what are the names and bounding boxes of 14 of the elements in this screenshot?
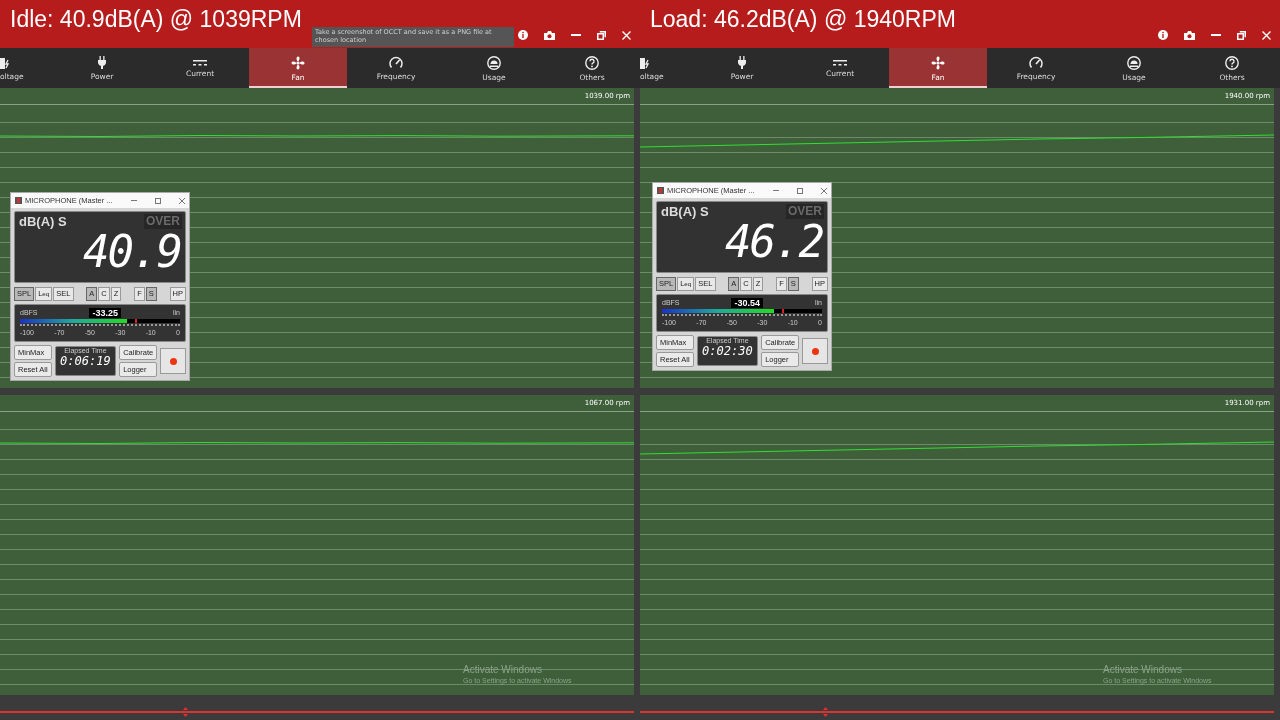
meter-reading: -33.25 <box>89 307 121 318</box>
timer-value: 0:06:19 <box>60 354 111 368</box>
meter-reading: -30.54 <box>731 297 763 308</box>
activation-title: Activate Windows <box>1103 664 1183 675</box>
app-title: Idle: 40.9dB(A) @ 1039RPM <box>9 5 302 33</box>
decibel-value: 46.2 <box>724 219 824 265</box>
weighting-label: dB(A) S <box>661 204 709 219</box>
over-indicator: OVER <box>786 204 824 219</box>
activation-title: Activate Windows <box>463 664 543 675</box>
over-indicator: OVER <box>144 214 182 229</box>
timer-value: 0:02:30 <box>702 344 753 358</box>
app-title: Load: 46.2dB(A) @ 1940RPM <box>649 5 956 33</box>
weighting-label: dB(A) S <box>19 214 67 229</box>
decibel-value: 40.9 <box>82 229 182 275</box>
